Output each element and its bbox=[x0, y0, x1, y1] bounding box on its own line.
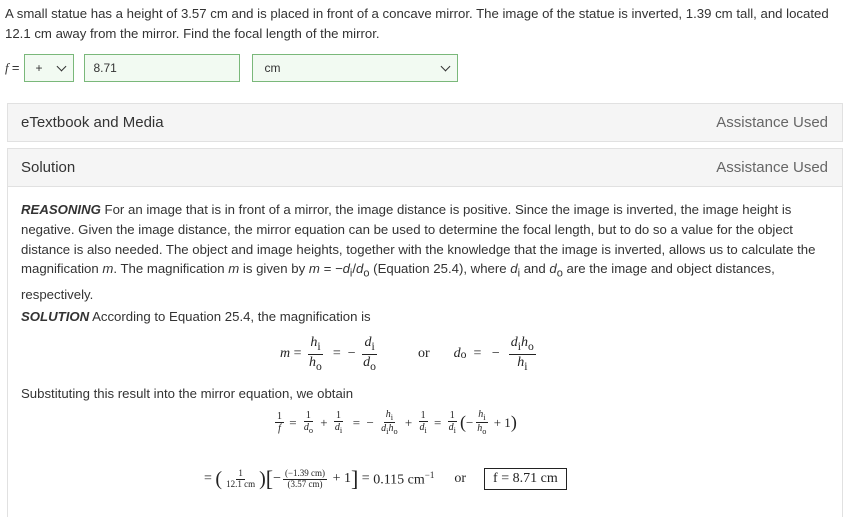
reasoning-paragraph: REASONING For an image that is in front … bbox=[21, 202, 816, 302]
answer-variable-label: f = bbox=[5, 60, 20, 75]
final-answer-box: f = 8.71 cm bbox=[484, 468, 567, 490]
solution-body: REASONING For an image that is in front … bbox=[7, 187, 843, 517]
answer-row: f = + 8.71 cm bbox=[5, 54, 459, 82]
unit-value: cm bbox=[264, 61, 281, 75]
solution-panel-header[interactable]: Solution Assistance Used bbox=[7, 148, 843, 187]
numeric-result-equation: = ( 1 12.1 cm ) [− (−1.39 cm) (3.57 cm) + … bbox=[204, 466, 567, 492]
answer-value-input[interactable]: 8.71 bbox=[84, 54, 241, 82]
solution-intro: SOLUTION According to Equation 25.4, the… bbox=[21, 309, 371, 324]
or-label: or bbox=[417, 346, 430, 362]
magnification-equation: m = hi ho = − di do or do = − diho hi bbox=[280, 335, 536, 373]
question-text: A small statue has a height of 3.57 cm a… bbox=[5, 6, 829, 41]
etextbook-title: eTextbook and Media bbox=[21, 114, 164, 131]
chevron-down-icon bbox=[57, 61, 67, 71]
sign-select[interactable]: + bbox=[24, 54, 75, 82]
mirror-equation: 1f = 1 do + 1 di = − hi diho + 1 di = 1 di (−… bbox=[275, 409, 517, 437]
solution-title: Solution bbox=[21, 159, 76, 176]
sign-value: + bbox=[35, 61, 43, 75]
etextbook-assistance-status: Assistance Used bbox=[716, 114, 828, 131]
chevron-down-icon bbox=[441, 61, 451, 71]
substituting-text: Substituting this result into the mirror… bbox=[21, 386, 354, 401]
etextbook-panel-header[interactable]: eTextbook and Media Assistance Used bbox=[7, 103, 843, 142]
solution-assistance-status: Assistance Used bbox=[716, 159, 828, 176]
unit-select[interactable]: cm bbox=[252, 54, 459, 82]
result-value: 0.115 cm−1 bbox=[373, 469, 435, 488]
